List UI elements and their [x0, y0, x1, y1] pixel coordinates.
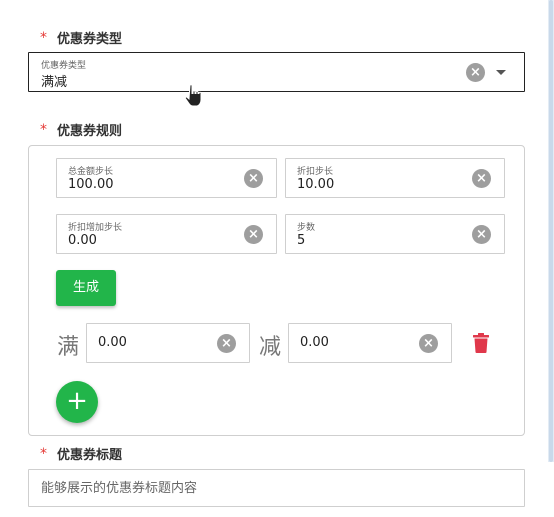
- clear-icon[interactable]: ×: [419, 334, 438, 353]
- coupon-rules-label-text: 优惠券规则: [57, 124, 123, 139]
- coupon-title-field[interactable]: [28, 469, 525, 507]
- caret-down-icon[interactable]: [496, 70, 506, 75]
- coupon-title-input[interactable]: [29, 470, 524, 506]
- coupon-type-value: 满减: [41, 75, 68, 90]
- full-amount-value: 0.00: [98, 335, 127, 350]
- scrollbar[interactable]: [548, 0, 554, 462]
- discount-increase-step-label: 折扣增加步长: [68, 223, 123, 233]
- minus-amount-input[interactable]: 0.00 ×: [288, 323, 452, 363]
- step-count-field[interactable]: 步数 5 ×: [285, 214, 505, 254]
- hand-pointer-cursor-icon: [184, 84, 202, 107]
- step-count-value: 5: [297, 233, 306, 248]
- total-amount-step-value: 100.00: [68, 177, 114, 192]
- coupon-type-floating-label: 优惠券类型: [41, 61, 87, 71]
- coupon-title-label: * 优惠券标题: [40, 444, 123, 464]
- coupon-type-label: * 优惠券类型: [40, 28, 123, 48]
- minus-label: 减: [259, 335, 282, 360]
- coupon-type-label-text: 优惠券类型: [57, 32, 123, 47]
- required-mark: *: [40, 445, 47, 462]
- step-count-label: 步数: [297, 223, 316, 233]
- discount-increase-step-field[interactable]: 折扣增加步长 0.00 ×: [56, 214, 277, 254]
- total-amount-step-label: 总金额步长: [68, 167, 114, 177]
- full-amount-input[interactable]: 0.00 ×: [86, 323, 250, 363]
- discount-increase-step-value: 0.00: [68, 233, 97, 248]
- discount-step-field[interactable]: 折扣步长 10.00 ×: [285, 158, 505, 198]
- add-rule-button[interactable]: +: [56, 381, 98, 423]
- minus-amount-value: 0.00: [300, 335, 329, 350]
- clear-icon[interactable]: ×: [217, 334, 236, 353]
- clear-icon[interactable]: ×: [472, 169, 491, 188]
- discount-step-value: 10.00: [297, 177, 335, 192]
- clear-icon[interactable]: ×: [472, 225, 491, 244]
- generate-button[interactable]: 生成: [56, 270, 116, 306]
- scrollbar-thumb[interactable]: [549, 0, 553, 462]
- full-label: 满: [57, 335, 80, 360]
- trash-icon[interactable]: [472, 333, 490, 353]
- discount-step-label: 折扣步长: [297, 167, 334, 177]
- clear-icon[interactable]: ×: [244, 225, 263, 244]
- required-mark: *: [40, 121, 47, 138]
- coupon-rules-label: * 优惠券规则: [40, 120, 123, 140]
- coupon-title-label-text: 优惠券标题: [57, 448, 123, 463]
- clear-icon[interactable]: ×: [466, 63, 485, 82]
- total-amount-step-field[interactable]: 总金额步长 100.00 ×: [56, 158, 277, 198]
- required-mark: *: [40, 29, 47, 46]
- clear-icon[interactable]: ×: [244, 169, 263, 188]
- coupon-type-select[interactable]: 优惠券类型 满减 ×: [28, 52, 525, 92]
